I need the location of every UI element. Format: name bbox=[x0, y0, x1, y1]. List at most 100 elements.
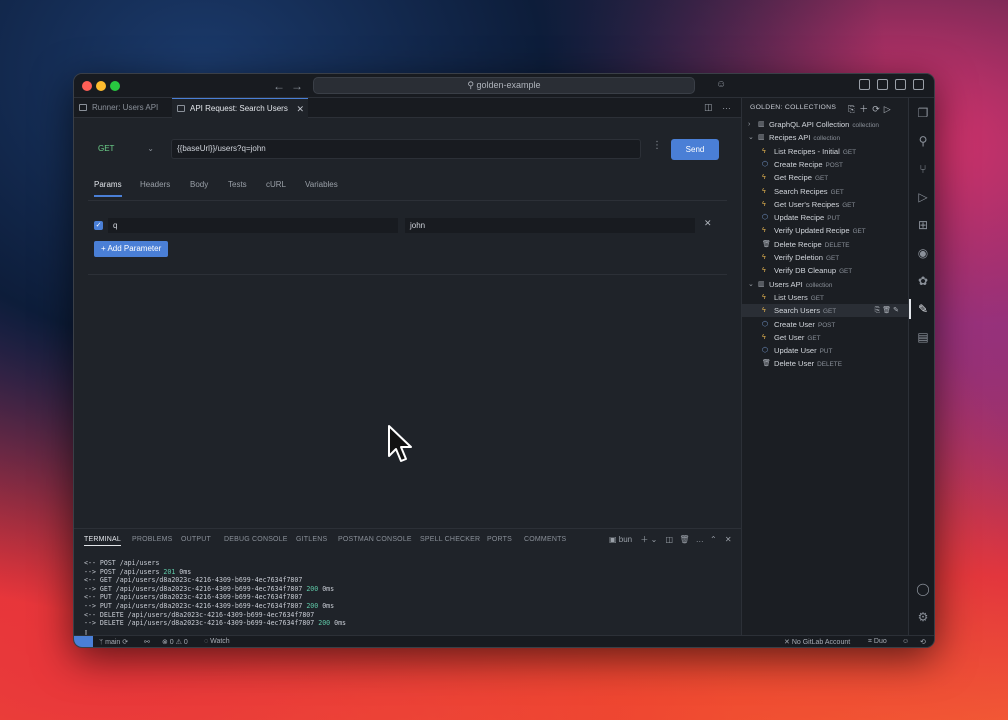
command-center-search[interactable]: ⚲ golden-example bbox=[313, 77, 695, 94]
subtab-body[interactable]: Body bbox=[190, 180, 208, 189]
toggle-panel-icon[interactable] bbox=[877, 79, 888, 90]
subtab-variables[interactable]: Variables bbox=[305, 180, 338, 189]
param-enabled-checkbox[interactable]: ✓ bbox=[94, 221, 103, 230]
remove-param-icon[interactable]: ✕ bbox=[704, 218, 712, 229]
tab-runner-users-api[interactable]: Runner: Users API bbox=[74, 98, 168, 118]
run-icon[interactable]: ▷ bbox=[884, 104, 895, 114]
remote-indicator[interactable] bbox=[74, 636, 93, 647]
collection-item[interactable]: ⌄ ▥ Recipes API collection bbox=[742, 131, 909, 144]
chevron-down-icon[interactable]: ⌄ bbox=[748, 131, 754, 144]
copilot-status-icon[interactable]: ☺ bbox=[902, 638, 909, 645]
add-parameter-button[interactable]: + Add Parameter bbox=[94, 241, 169, 257]
chevron-right-icon[interactable]: › bbox=[748, 118, 750, 131]
tree-item-label: List Recipes - Initial bbox=[774, 146, 840, 156]
run-debug-icon[interactable]: ▷ bbox=[916, 190, 930, 204]
branch-indicator[interactable]: ᛘ main ⟳ bbox=[99, 638, 128, 646]
more-actions-icon[interactable]: … bbox=[722, 101, 731, 111]
close-window-button[interactable] bbox=[82, 81, 92, 91]
request-item[interactable]: 🗑 Delete User DELETE bbox=[742, 357, 909, 370]
chevron-down-icon[interactable]: ⌄ bbox=[748, 278, 754, 291]
source-control-icon[interactable]: ⚯ bbox=[144, 638, 150, 646]
request-item[interactable]: ϟ Search Recipes GET bbox=[742, 185, 909, 198]
request-item[interactable]: ⬡ Create Recipe POST bbox=[742, 158, 909, 171]
gitlab-account-indicator[interactable]: ✕ No GitLab Account bbox=[784, 638, 850, 646]
new-file-icon[interactable]: ⎘ bbox=[848, 104, 859, 114]
new-terminal-icon[interactable]: ＋ bbox=[640, 535, 648, 544]
split-editor-icon[interactable]: ◫ bbox=[704, 102, 713, 113]
paw-icon[interactable]: ✿ bbox=[916, 274, 930, 288]
chevron-down-icon[interactable]: ⌄ bbox=[651, 535, 658, 544]
clipboard-icon[interactable]: ▤ bbox=[916, 330, 930, 344]
request-item[interactable]: 🗑 Delete Recipe DELETE bbox=[742, 238, 909, 251]
tab-comments[interactable]: COMMENTS bbox=[524, 536, 566, 543]
tab-api-request-search-users[interactable]: API Request: Search Users ✕ bbox=[172, 98, 308, 118]
bolt-icon: ϟ bbox=[762, 227, 766, 235]
request-item[interactable]: ϟ Get Recipe GET bbox=[742, 171, 909, 184]
duo-indicator[interactable]: ⌗ Duo bbox=[868, 638, 887, 646]
tab-spell-checker[interactable]: SPELL CHECKER bbox=[420, 536, 480, 543]
tab-problems[interactable]: PROBLEMS bbox=[132, 536, 173, 543]
request-item[interactable]: ⬡ Create User POST bbox=[742, 318, 909, 331]
notifications-icon[interactable]: ⟲ bbox=[920, 638, 926, 646]
tree-item-meta: collection bbox=[813, 135, 841, 143]
request-item[interactable]: ϟ Verify DB Cleanup GET bbox=[742, 264, 909, 277]
copilot-icon[interactable]: ☺ bbox=[716, 79, 726, 90]
source-control-icon[interactable]: ⑂ bbox=[916, 162, 930, 176]
edit-icon[interactable]: ✎ bbox=[893, 307, 901, 314]
explorer-icon[interactable]: ❐ bbox=[916, 106, 930, 120]
minimize-window-button[interactable] bbox=[96, 81, 106, 91]
toggle-primary-sidebar-icon[interactable] bbox=[859, 79, 870, 90]
search-icon[interactable]: ⚲ bbox=[916, 134, 930, 148]
tab-gitlens[interactable]: GITLENS bbox=[296, 536, 327, 543]
customize-layout-icon[interactable] bbox=[913, 79, 924, 90]
subtab-headers[interactable]: Headers bbox=[140, 180, 170, 189]
trash-icon[interactable]: 🗑 bbox=[679, 535, 689, 544]
bone-collections-icon[interactable]: ✎ bbox=[916, 302, 930, 316]
watch-indicator[interactable]: ◌ Watch bbox=[204, 638, 230, 645]
collection-item[interactable]: ⌄ ▥ Users API collection bbox=[742, 278, 909, 291]
gitlens-icon[interactable]: ◉ bbox=[916, 246, 930, 260]
method-select[interactable]: GET ⌄ bbox=[90, 138, 160, 160]
tab-ports[interactable]: PORTS bbox=[487, 536, 512, 543]
collection-item[interactable]: › ▥ GraphQL API Collection collection bbox=[742, 118, 909, 131]
request-item[interactable]: ϟ Verify Deletion GET bbox=[742, 251, 909, 264]
subtab-tests[interactable]: Tests bbox=[228, 180, 247, 189]
kebab-menu-icon[interactable]: ⋮ bbox=[652, 140, 662, 151]
close-panel-icon[interactable]: ✕ bbox=[725, 535, 732, 544]
tab-terminal[interactable]: TERMINAL bbox=[84, 536, 121, 546]
problems-indicator[interactable]: ⊗ 0 ⚠ 0 bbox=[162, 638, 188, 646]
request-item[interactable]: ϟ Get User's Recipes GET bbox=[742, 198, 909, 211]
close-tab-icon[interactable]: ✕ bbox=[296, 99, 304, 119]
request-item[interactable]: ⬡ Update Recipe PUT bbox=[742, 211, 909, 224]
back-arrow-icon[interactable]: ← bbox=[273, 79, 285, 93]
add-icon[interactable]: ＋ bbox=[859, 104, 872, 114]
subtab-params[interactable]: Params bbox=[94, 180, 122, 197]
request-item[interactable]: ϟ List Recipes - Initial GET bbox=[742, 145, 909, 158]
maximize-panel-icon[interactable]: ⌃ bbox=[710, 535, 717, 544]
request-item[interactable]: ϟ Get User GET bbox=[742, 331, 909, 344]
request-item[interactable]: ϟ Search Users GET ⎘🗑✎ bbox=[742, 304, 909, 318]
extensions-icon[interactable]: ⊞ bbox=[916, 218, 930, 232]
settings-gear-icon[interactable]: ⚙ bbox=[916, 610, 930, 624]
terminal-output[interactable]: <-- POST /api/users --> POST /api/users 2… bbox=[84, 559, 724, 636]
subtab-curl[interactable]: cURL bbox=[266, 180, 286, 189]
account-icon[interactable]: ◯ bbox=[916, 582, 930, 596]
send-button[interactable]: Send bbox=[671, 139, 719, 160]
terminal-shell-name[interactable]: bun bbox=[619, 535, 632, 544]
request-item[interactable]: ⬡ Update User PUT bbox=[742, 344, 909, 357]
split-terminal-icon[interactable]: ◫ bbox=[666, 535, 674, 544]
request-item[interactable]: ϟ Verify Updated Recipe GET bbox=[742, 224, 909, 237]
request-item[interactable]: ϟ List Users GET bbox=[742, 291, 909, 304]
param-key-input[interactable]: q bbox=[108, 218, 398, 233]
more-icon[interactable]: … bbox=[696, 535, 704, 544]
tab-debug-console[interactable]: DEBUG CONSOLE bbox=[224, 536, 288, 543]
zoom-window-button[interactable] bbox=[110, 81, 120, 91]
url-input[interactable]: {{baseUrl}}/users?q=john bbox=[171, 139, 641, 159]
tab-output[interactable]: OUTPUT bbox=[181, 536, 211, 543]
toggle-secondary-sidebar-icon[interactable] bbox=[895, 79, 906, 90]
tab-postman-console[interactable]: POSTMAN CONSOLE bbox=[338, 536, 412, 543]
trash-icon[interactable]: 🗑 bbox=[882, 307, 893, 314]
param-value-input[interactable]: john bbox=[405, 218, 695, 233]
refresh-icon[interactable]: ⟳ bbox=[872, 104, 884, 114]
forward-arrow-icon[interactable]: → bbox=[291, 79, 303, 93]
